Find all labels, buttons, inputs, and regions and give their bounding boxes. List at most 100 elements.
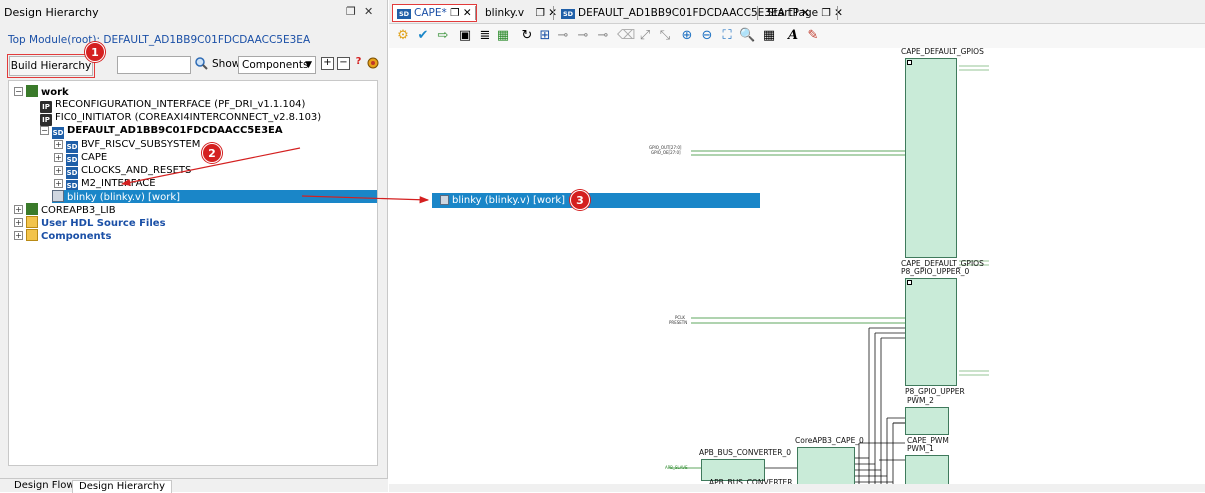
zoom-in-icon[interactable]: ⊕	[679, 28, 695, 44]
expand-toggle[interactable]: +	[14, 218, 23, 227]
grid-icon[interactable]: ▦	[495, 28, 511, 44]
annotation-badge-3: 3	[570, 190, 590, 210]
ip-icon: IP	[40, 114, 52, 126]
zoom-fit-icon[interactable]: ⛶	[719, 28, 735, 44]
p8-gpio-upper-block[interactable]	[905, 278, 957, 386]
tree-item-coreapb3-lib[interactable]: COREAPB3_LIB	[26, 203, 116, 216]
horizontal-scrollbar[interactable]	[389, 484, 1205, 492]
tab-design-hierarchy[interactable]: Design Hierarchy	[72, 480, 173, 493]
dragged-blinky-item[interactable]: blinky (blinky.v) [work]	[432, 193, 760, 208]
expand-toggle[interactable]: +	[54, 179, 63, 188]
smartdesign-icon: SD	[561, 9, 575, 19]
auto-arrange-icon[interactable]: ⊞	[537, 28, 553, 44]
tree-item-fic0[interactable]: IP FIC0_INITIATOR (COREAXI4INTERCONNECT_v…	[40, 111, 321, 126]
chevron-down-icon: ▼	[305, 60, 312, 70]
expand-toggle[interactable]: +	[14, 205, 23, 214]
document-tab-bar: SD CAPE* ❐ ✕ blinky.v ❐ ✕ SD DEFAULT_AD1BB…	[389, 0, 1205, 24]
tree-item-user-hdl[interactable]: User HDL Source Files	[26, 216, 166, 229]
zoom-out-icon[interactable]: ⊖	[699, 28, 715, 44]
help-icon[interactable]: ?	[352, 57, 365, 70]
bottom-tab-bar: Design Flow Design Hierarchy	[0, 478, 388, 493]
block-title: APB_BUS_CONVERTER_0	[699, 448, 792, 457]
tab-cape[interactable]: SD CAPE* ❐ ✕	[392, 4, 477, 22]
float-icon[interactable]: ❐	[346, 5, 356, 18]
top-module-label: Top Module(root): DEFAULT_AD1BB9C01FDCDA…	[8, 34, 311, 46]
collapse-toggle[interactable]: −	[14, 87, 23, 96]
collapse-toggle[interactable]: −	[40, 126, 49, 135]
design-hierarchy-panel: Design Hierarchy ❐ ✕ Top Module(root): D…	[0, 0, 388, 493]
panel-title: Design Hierarchy	[4, 6, 99, 19]
text-icon[interactable]: A	[785, 28, 801, 44]
smartdesign-icon: SD	[397, 9, 411, 19]
tab-controls[interactable]: ❐ ✕	[450, 7, 472, 19]
block-title: PWM_1	[907, 444, 934, 453]
folder-icon	[26, 216, 38, 228]
tree-item-components[interactable]: Components	[26, 229, 111, 242]
expand-icon[interactable]: ⤢	[637, 28, 653, 44]
generate-icon[interactable]: ⚙	[395, 28, 411, 44]
build-hierarchy-button[interactable]: Build Hierarchy	[7, 54, 95, 78]
block-title: CoreAPB3_CAPE_0	[795, 436, 864, 445]
settings-icon[interactable]	[366, 56, 380, 70]
smartdesign-canvas[interactable]: CAPE_DEFAULT_GPIOS CAPE_DEFAULT_GPIOS GP…	[389, 48, 1205, 492]
tree-item-reconfiguration[interactable]: IP RECONFIGURATION_INTERFACE (PF_DRI_v1.1…	[40, 98, 305, 113]
canvas-toolbar: ⚙ ✔ ⇨ ▣ ≣ ▦ ↻ ⊞ ⊸ ⊸ ⊸ ⌫ ⤢ ⤡ ⊕ ⊖ ⛶ 🔍 ▦ A …	[389, 24, 1205, 48]
apb-slave-port[interactable]: APB_SLAVE	[665, 465, 688, 470]
expand-toggle[interactable]: +	[54, 166, 63, 175]
library-icon	[26, 203, 38, 215]
gpio-oe-port[interactable]: GPIO_OE[27:0]	[651, 150, 681, 155]
coreapb3-block[interactable]	[797, 447, 855, 487]
route-up-icon[interactable]: ⊸	[595, 28, 611, 44]
tree-item-bvf[interactable]: SD BVF_RISCV_SUBSYSTEM	[66, 138, 200, 153]
hdl-file-icon	[440, 195, 449, 205]
library-icon	[26, 85, 38, 97]
grid-toggle-icon[interactable]: ▦	[761, 28, 777, 44]
close-icon[interactable]: ✕	[364, 5, 373, 18]
tab-design-flow[interactable]: Design Flow	[8, 480, 81, 493]
pwm1-block[interactable]	[905, 455, 949, 485]
hierarchy-tree: − work IP RECONFIGURATION_INTERFACE (PF_D…	[8, 80, 378, 466]
annotation-badge-2: 2	[202, 143, 222, 163]
filter-input[interactable]	[117, 56, 191, 74]
zoom-area-icon[interactable]: 🔍	[739, 28, 755, 44]
tab-blinky[interactable]: blinky.v ❐ ✕	[485, 5, 557, 21]
expand-toggle[interactable]: +	[54, 153, 63, 162]
tree-item-default[interactable]: SD DEFAULT_AD1BB9C01FDCDAACC5E3EA	[52, 124, 283, 139]
hdl-file-icon	[52, 190, 64, 202]
expand-toggle[interactable]: +	[14, 231, 23, 240]
block-title: PWM_2	[907, 396, 934, 405]
promote-icon[interactable]: ⇨	[435, 28, 451, 44]
tree-item-clocks[interactable]: SD CLOCKS_AND_RESETS	[66, 164, 191, 179]
block-title: CAPE_DEFAULT_GPIOS	[901, 48, 984, 56]
memory-icon[interactable]: ▣	[457, 28, 473, 44]
folder-icon	[26, 229, 38, 241]
collapse-icon[interactable]: ⤡	[657, 28, 673, 44]
wires	[669, 65, 989, 484]
tab-startpage[interactable]: StartPage ❐ ✕	[767, 5, 843, 21]
list-icon[interactable]: ≣	[477, 28, 493, 44]
smartdesign-icon: SD	[52, 127, 64, 139]
expand-all-icon[interactable]: +	[321, 57, 334, 70]
cape-default-gpios-block[interactable]	[905, 58, 957, 258]
edit-icon[interactable]: ✎	[805, 28, 821, 44]
tree-item-blinky[interactable]: blinky (blinky.v) [work]	[52, 190, 377, 203]
tree-item-m2[interactable]: SD M2_INTERFACE	[66, 177, 156, 192]
tree-item-work[interactable]: work	[26, 85, 69, 98]
refresh-icon[interactable]: ↻	[519, 28, 535, 44]
show-select-value: Components	[242, 59, 309, 71]
block-footer: P8_GPIO_UPPER	[905, 387, 965, 396]
pwm2-block[interactable]	[905, 407, 949, 435]
annotation-badge-1: 1	[85, 42, 105, 62]
eraser-icon[interactable]: ⌫	[617, 28, 635, 44]
route-down-icon[interactable]: ⊸	[575, 28, 591, 44]
tree-item-cape[interactable]: SD CAPE	[66, 151, 107, 166]
search-icon[interactable]	[194, 56, 208, 70]
collapse-all-icon[interactable]: −	[337, 57, 350, 70]
check-icon[interactable]: ✔	[415, 28, 431, 44]
tab-controls[interactable]: ❐ ✕	[821, 7, 843, 19]
expand-toggle[interactable]: +	[54, 140, 63, 149]
block-title: P8_GPIO_UPPER_0	[901, 267, 970, 276]
route-icon[interactable]: ⊸	[555, 28, 571, 44]
show-select[interactable]: Components ▼	[238, 56, 316, 74]
presetn-port[interactable]: PRESETN	[669, 320, 687, 325]
